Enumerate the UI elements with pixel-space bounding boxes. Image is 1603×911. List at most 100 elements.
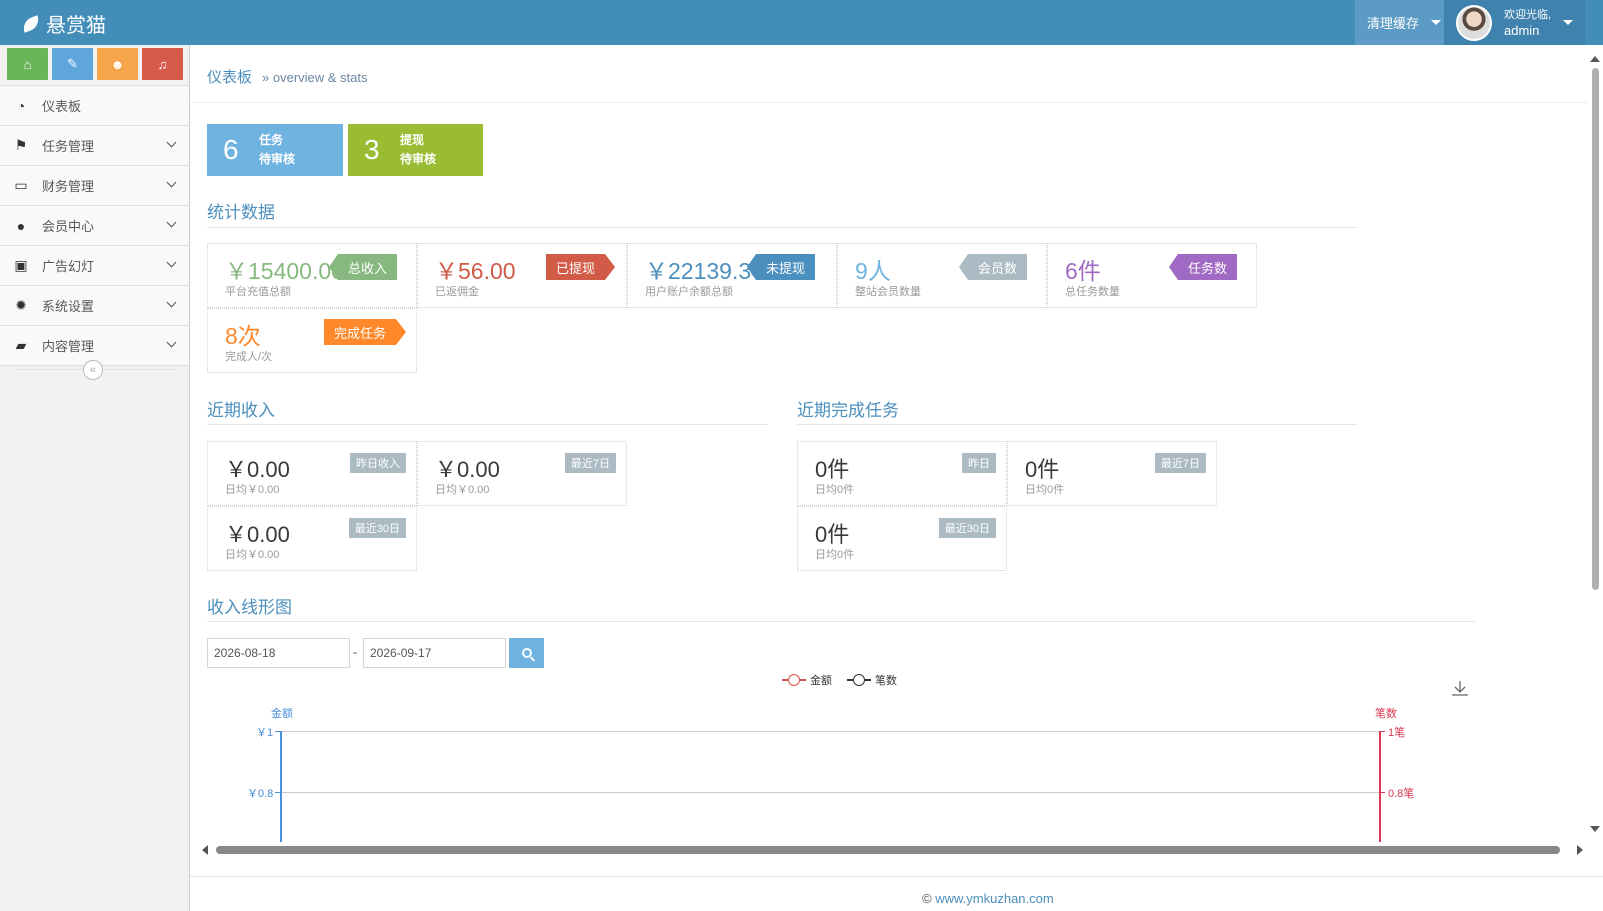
scroll-left-arrow-icon[interactable] [202,845,208,855]
shortcut-bell-button[interactable]: ♫ [142,48,183,80]
search-icon [521,648,532,658]
income-average: 日均￥0.00 [225,484,280,496]
shortcut-edit-button[interactable]: ✎ [52,48,93,80]
sidebar-item-label: 内容管理 [42,339,95,354]
stat-badge: 任务数 [1168,254,1238,280]
date-separator: - [353,645,357,659]
stat-badge: 会员数 [958,254,1028,280]
tasks-30days: 0件 日均0件 最近30日 [797,506,1007,571]
shortcut-home-button[interactable]: ⌂ [7,48,48,80]
stat-tasks: 6件 总任务数量 任务数 [1047,243,1257,308]
copyright-symbol: © [922,891,932,906]
sidebar-item-tasks[interactable]: ⚑ 任务管理 [0,126,189,166]
stat-balance: ￥22139.34 用户账户余额总额 未提现 [627,243,837,308]
income-value: ￥0.00 [225,457,290,482]
legend-item-count[interactable]: 笔数 [847,672,897,688]
infobox-label: 待审核 [400,152,437,166]
stat-value: ￥56.00 [435,258,516,284]
left-axis-tick-label: ￥0.8 [247,788,274,800]
infobox-withdraw-pending[interactable]: 3 提现 待审核 [348,124,483,176]
clear-cache-label: 清理缓存 [1367,16,1420,31]
footer-link[interactable]: www.ymkuzhan.com [935,891,1053,906]
infobox-task-pending[interactable]: 6 任务 待审核 [207,124,343,176]
grid-line [280,731,1380,732]
legend-marker [782,674,806,686]
stat-commission: ￥56.00 已返佣金 已提现 [417,243,627,308]
income-badge: 最近30日 [348,518,406,538]
sidebar-item-settings[interactable]: ✹ 系统设置 [0,286,189,326]
scroll-up-arrow-icon[interactable] [1590,56,1600,62]
recent-income-divider [207,424,767,425]
infobox-number: 6 [223,134,239,165]
sidebar-item-label: 系统设置 [42,299,95,314]
scroll-down-arrow-icon[interactable] [1590,826,1600,832]
stat-label: 已返佣金 [435,286,479,298]
scrollbar-thumb[interactable] [1592,68,1599,590]
shortcut-users-button[interactable]: ☻ [97,48,138,80]
income-badge: 最近7日 [564,453,616,473]
footer: © www.ymkuzhan.com [922,891,1054,906]
right-axis-tick [1380,731,1385,732]
left-axis-tick [275,792,280,793]
date-to-input[interactable] [363,638,506,668]
legend-marker [847,674,871,686]
sidebar-item-dashboard[interactable]: ◔ 仪表板 [0,86,189,126]
download-icon[interactable] [1452,680,1468,696]
income-average: 日均￥0.00 [435,484,490,496]
user-menu-button[interactable]: 欢迎光临, admin [1444,0,1585,45]
hdd-icon: ▭ [14,177,28,193]
recent-tasks-divider [797,424,1357,425]
scroll-right-arrow-icon[interactable] [1577,845,1583,855]
stat-value: ￥15400.00 [225,258,344,284]
page-title: 仪表板 [207,69,253,86]
tasks-value: 0件 [815,522,850,547]
income-yesterday: ￥0.00 日均￥0.00 昨日收入 [207,441,417,506]
stat-badge: 已提现 [546,254,616,280]
income-30days: ￥0.00 日均￥0.00 最近30日 [207,506,417,571]
stat-label: 用户账户余额总额 [645,286,733,298]
scrollbar-thumb[interactable] [216,846,1560,854]
sidebar-item-members[interactable]: ● 会员中心 [0,206,189,246]
right-axis-line [1379,731,1381,842]
chart-horizontal-scrollbar[interactable] [200,843,1590,855]
chevron-down-icon [166,177,177,188]
users-icon: ☻ [110,56,125,72]
income-7days: ￥0.00 日均￥0.00 最近7日 [417,441,627,506]
breadcrumb-divider [190,102,1588,103]
income-badge: 昨日收入 [350,453,406,473]
sidebar: ⌂ ✎ ☻ ♫ ◔ 仪表板 ⚑ 任务管理 ▭ 财务管理 ● 会员中心 ▣ 广告幻… [0,45,190,911]
income-chart-divider [207,621,1475,622]
sidebar-item-finance[interactable]: ▭ 财务管理 [0,166,189,206]
sidebar-item-label: 会员中心 [42,219,95,234]
stat-total-income: ￥15400.00 平台充值总额 总收入 [207,243,417,308]
brand-logo[interactable]: 悬赏猫 [20,9,106,38]
leaf-icon [20,14,42,33]
home-icon: ⌂ [23,56,32,72]
legend-label: 金额 [810,675,832,687]
date-from-input[interactable] [207,638,350,668]
clear-cache-button[interactable]: 清理缓存 [1355,0,1448,45]
stats-section-divider [207,227,1357,228]
right-axis-tick-label: 1笔 [1388,727,1406,739]
infobox-label: 任务 [259,133,284,147]
legend-item-amount[interactable]: 金额 [782,672,832,688]
tasks-average: 日均0件 [815,549,855,561]
income-value: ￥0.00 [225,522,290,547]
sidebar-item-ads[interactable]: ▣ 广告幻灯 [0,246,189,286]
welcome-text: 欢迎光临, [1504,8,1552,21]
flag-icon: ⚑ [14,137,28,153]
income-average: 日均￥0.00 [225,549,280,561]
stat-value: 6件 [1065,258,1101,284]
chevron-down-icon [166,297,177,308]
page-vertical-scrollbar[interactable] [1589,56,1601,836]
picture-icon: ▣ [14,257,28,273]
stat-label: 整站会员数量 [855,286,921,298]
income-line-chart: 金额 笔数 金额 笔数 ￥1 ￥0.8 1笔 0.8笔 [207,670,1592,842]
book-icon: ▰ [15,337,27,353]
search-button[interactable] [509,638,544,668]
sidebar-collapse-button[interactable]: « [83,360,103,380]
tasks-value: 0件 [1025,457,1060,482]
stat-badge: 总收入 [328,254,398,280]
chevron-down-icon [166,337,177,348]
tasks-badge: 昨日 [962,453,996,473]
